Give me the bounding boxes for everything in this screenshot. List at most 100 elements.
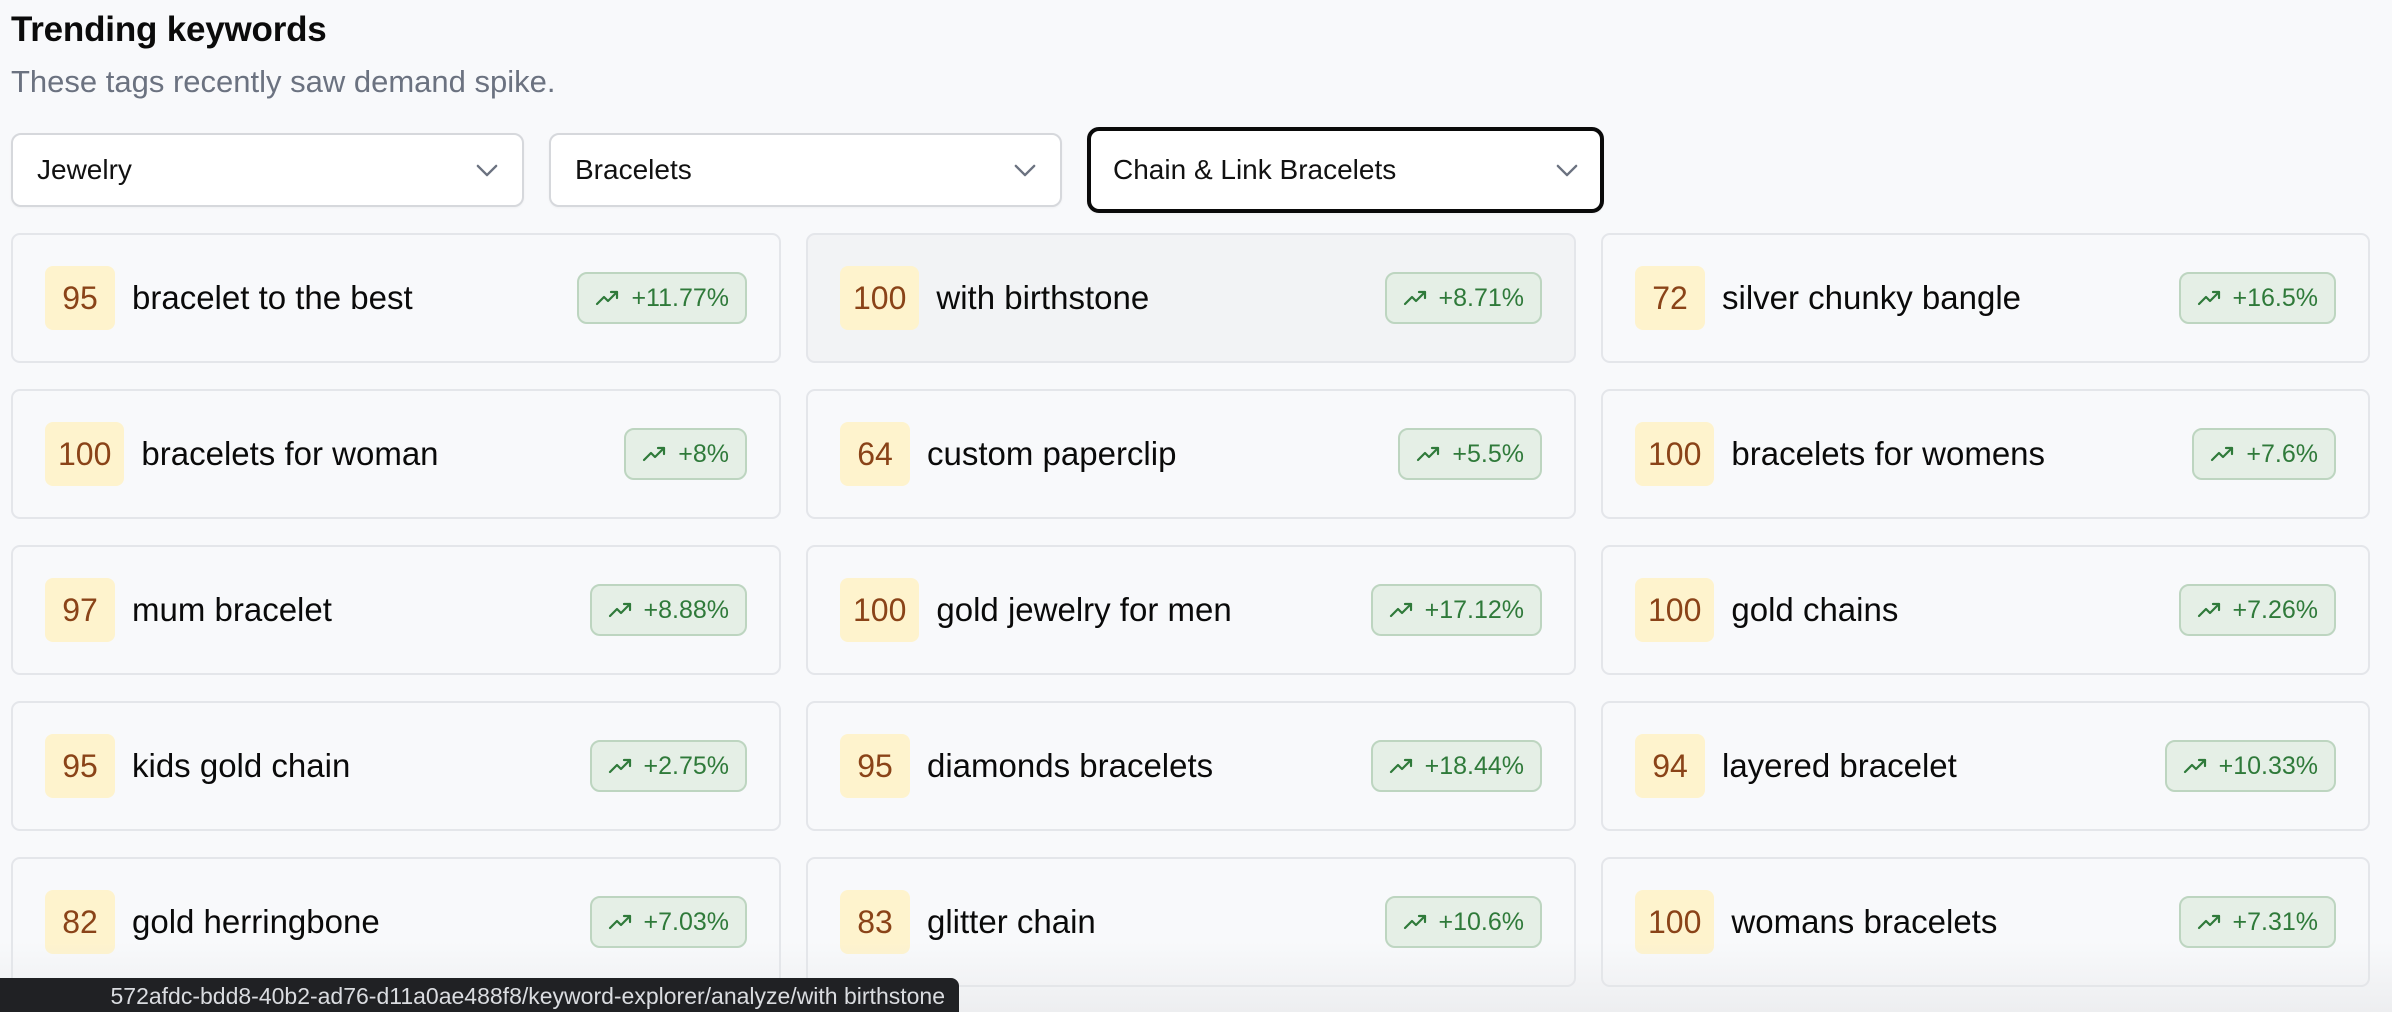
keyword-score-badge: 100 [1635,422,1715,486]
keyword-score-badge: 100 [1635,890,1715,954]
trending-up-icon [2197,601,2223,619]
trending-up-icon [608,601,634,619]
trend-percent: +11.77% [631,283,729,312]
keyword-score-badge: 64 [840,422,910,486]
keyword-label: custom paperclip [927,435,1177,472]
trending-up-icon [642,445,668,463]
trend-percent: +7.31% [2232,907,2319,936]
keyword-card[interactable]: 100 bracelets for womens +7.6% [1601,389,2370,519]
keyword-score-badge: 95 [45,266,115,330]
keyword-score-badge: 95 [45,734,115,798]
keyword-label: kids gold chain [132,747,351,784]
page-subtitle: These tags recently saw demand spike. [11,64,556,99]
keyword-card[interactable]: 97 mum bracelet +8.88% [11,545,781,675]
keyword-label: glitter chain [927,903,1096,940]
trend-percent: +7.03% [643,907,730,936]
keyword-score-badge: 94 [1635,734,1705,798]
keyword-label: bracelets for woman [141,435,439,472]
keyword-label: gold jewelry for men [936,591,1232,628]
chevron-down-icon [474,162,500,178]
keyword-label: bracelet to the best [132,279,413,316]
trend-badge: +10.33% [2164,740,2336,792]
keyword-score-badge: 82 [45,890,115,954]
trend-badge: +2.75% [589,740,747,792]
page-title: Trending keywords [11,10,327,49]
trend-percent: +8.71% [1438,283,1525,312]
trending-up-icon [608,757,634,775]
trending-up-icon [1403,913,1429,931]
keyword-score-badge: 72 [1635,266,1705,330]
trend-badge: +11.77% [577,272,747,324]
keyword-score-badge: 100 [45,422,125,486]
keyword-card[interactable]: 95 kids gold chain +2.75% [11,701,781,831]
trending-up-icon [2183,757,2209,775]
trend-badge: +10.6% [1384,896,1542,948]
keyword-label: layered bracelet [1722,747,1957,784]
category-select[interactable]: Jewelry [11,133,524,207]
trending-up-icon [2210,445,2236,463]
keyword-label: diamonds bracelets [927,747,1214,784]
trending-up-icon [2197,913,2223,931]
keyword-card[interactable]: 64 custom paperclip +5.5% [806,389,1576,519]
type-select[interactable]: Chain & Link Bracelets [1087,127,1604,213]
trending-up-icon [1403,289,1429,307]
trend-percent: +10.33% [2218,751,2318,780]
trend-badge: +16.5% [2178,272,2336,324]
keyword-card[interactable]: 100 with birthstone +8.71% [806,233,1576,363]
keyword-score-badge: 100 [840,266,920,330]
trend-badge: +18.44% [1370,740,1542,792]
keyword-grid: 95 bracelet to the best +11.77% 100 with… [11,233,2370,987]
keyword-label: mum bracelet [132,591,332,628]
trending-up-icon [1389,601,1415,619]
keyword-card[interactable]: 72 silver chunky bangle +16.5% [1601,233,2370,363]
keyword-card[interactable]: 100 womans bracelets +7.31% [1601,857,2370,987]
keyword-label: gold herringbone [132,903,380,940]
trend-percent: +18.44% [1424,751,1524,780]
trend-percent: +2.75% [643,751,730,780]
trend-badge: +8% [624,428,747,480]
trend-percent: +8.88% [643,595,730,624]
keyword-card[interactable]: 83 glitter chain +10.6% [806,857,1576,987]
keyword-label: gold chains [1731,591,1899,628]
category-select-value: Jewelry [37,154,132,185]
trend-badge: +5.5% [1398,428,1542,480]
trend-percent: +16.5% [2232,283,2319,312]
trending-up-icon [1389,757,1415,775]
keyword-score-badge: 97 [45,578,115,642]
trend-badge: +8.71% [1384,272,1542,324]
keyword-card[interactable]: 100 gold jewelry for men +17.12% [806,545,1576,675]
subcategory-select-value: Bracelets [575,154,692,185]
chevron-down-icon [1012,162,1038,178]
trend-percent: +5.5% [1452,439,1524,468]
keyword-card[interactable]: 95 bracelet to the best +11.77% [11,233,781,363]
keyword-card[interactable]: 100 bracelets for woman +8% [11,389,781,519]
keyword-card[interactable]: 100 gold chains +7.26% [1601,545,2370,675]
trend-badge: +8.88% [589,584,747,636]
keyword-score-badge: 83 [840,890,910,954]
trending-up-icon [608,913,634,931]
trending-up-icon [1416,445,1442,463]
keyword-card[interactable]: 94 layered bracelet +10.33% [1601,701,2370,831]
trend-badge: +7.03% [589,896,747,948]
trending-up-icon [2197,289,2223,307]
keyword-card[interactable]: 82 gold herringbone +7.03% [11,857,781,987]
keyword-label: silver chunky bangle [1722,279,2021,316]
keyword-score-badge: 95 [840,734,910,798]
keyword-label: womans bracelets [1731,903,1998,940]
keyword-label: bracelets for womens [1731,435,2046,472]
subcategory-select[interactable]: Bracelets [549,133,1062,207]
trend-badge: +17.12% [1370,584,1542,636]
link-preview-status-bar: 572afdc-bdd8-40b2-ad76-d11a0ae488f8/keyw… [0,978,959,1012]
filter-bar: Jewelry Bracelets Chain & Link Bracelets [11,127,1604,213]
trend-percent: +7.26% [2232,595,2319,624]
trend-percent: +8% [678,439,729,468]
trend-badge: +7.6% [2192,428,2336,480]
trend-percent: +10.6% [1438,907,1525,936]
keyword-card[interactable]: 95 diamonds bracelets +18.44% [806,701,1576,831]
trend-percent: +17.12% [1424,595,1524,624]
trend-badge: +7.26% [2178,584,2336,636]
keyword-score-badge: 100 [840,578,920,642]
trend-badge: +7.31% [2178,896,2336,948]
trending-up-icon [595,289,621,307]
keyword-label: with birthstone [936,279,1150,316]
